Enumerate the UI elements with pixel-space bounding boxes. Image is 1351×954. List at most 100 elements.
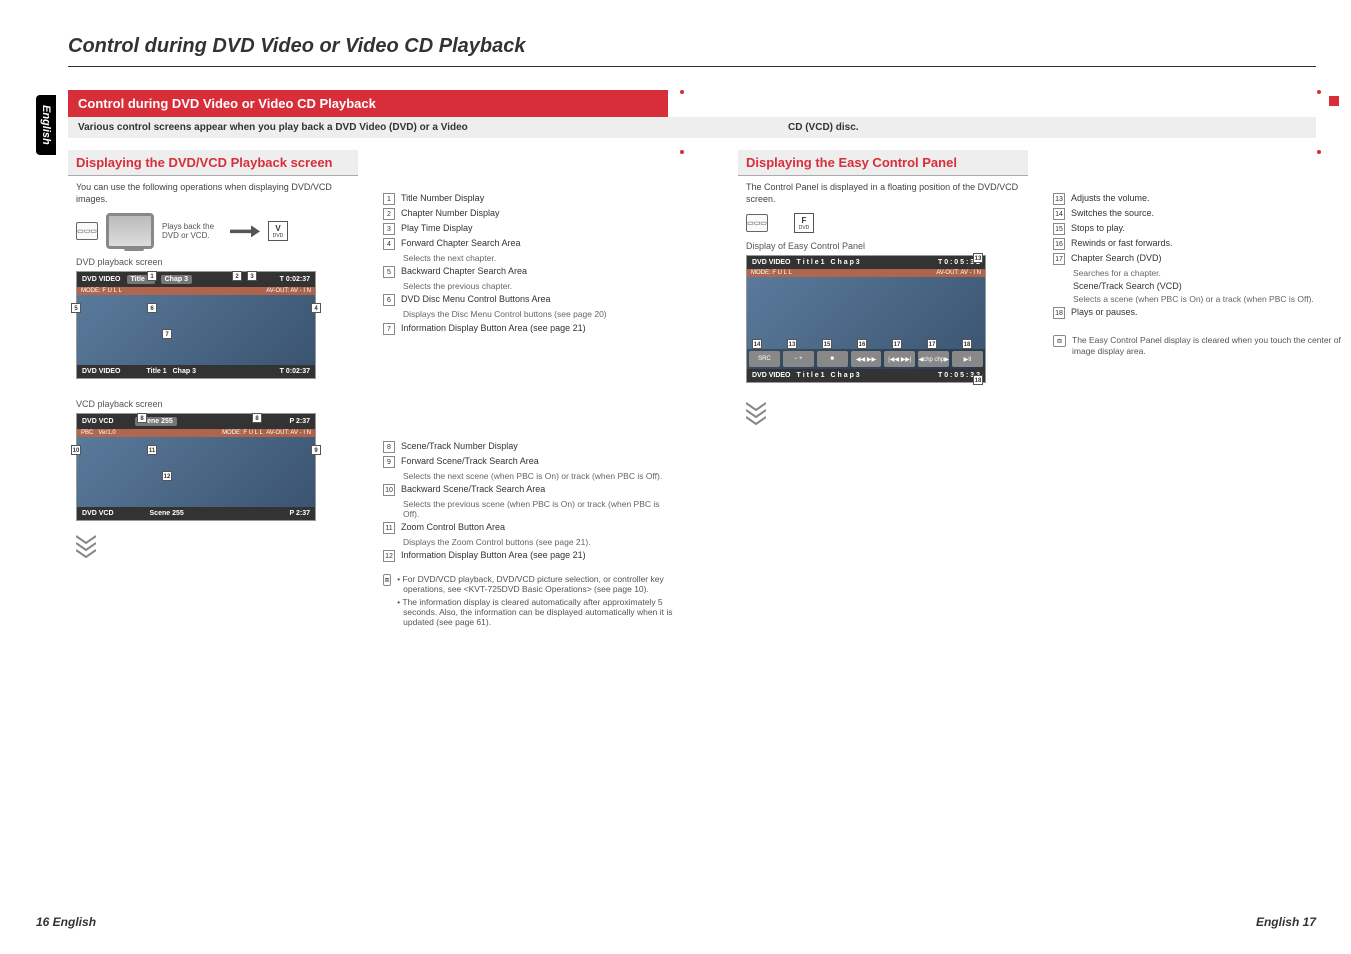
legend-number: 6 [383, 294, 395, 306]
callout-12: 12 [162, 471, 172, 481]
mode-box: V DVD [268, 221, 288, 241]
legend-item: 9Forward Scene/Track Search Area [383, 456, 673, 468]
easy-panel-button: − + [783, 351, 814, 367]
screen-source: DVD VIDEO [752, 372, 791, 379]
mode-box: F DVD [794, 213, 814, 233]
section-heading: Displaying the Easy Control Panel [738, 150, 1028, 176]
column-4: 13Adjusts the volume.14Switches the sour… [1053, 140, 1351, 904]
legend-number: 17 [1053, 253, 1065, 265]
legend-item: 16 Rewinds or fast forwards. [1053, 238, 1343, 250]
legend-title: Backward Scene/Track Search Area [401, 484, 545, 496]
note-icon: ⧈ [383, 574, 391, 586]
legend-title: Plays or pauses. [1071, 307, 1138, 319]
screen-title: T i t l e 1 [797, 259, 825, 266]
callout-17b: 17 [927, 339, 937, 349]
section-subtitle-band: Various control screens appear when you … [68, 117, 1316, 138]
screen-bottom-bar: DVD VCD Scene 255 P 2:37 [77, 507, 315, 520]
legend-number: 2 [383, 208, 395, 220]
legend-number: 12 [383, 550, 395, 562]
callout-4: 4 [311, 303, 321, 313]
column-1: Displaying the DVD/VCD Playback screen Y… [68, 140, 368, 904]
screen-time: T 0:02:37 [280, 276, 310, 283]
legend-list-easy: 13Adjusts the volume.14Switches the sour… [1053, 193, 1343, 319]
legend-title: Chapter Number Display [401, 208, 500, 220]
vcd-playback-screen: DVD VCD Scene 255 P 2:37 PBC Ver1.0 MODE… [76, 413, 316, 521]
legend-title: Switches the source. [1071, 208, 1154, 220]
legend-item: 7 Information Display Button Area (see pa… [383, 323, 673, 335]
callout-14: 14 [752, 339, 762, 349]
intro-text: You can use the following operations whe… [76, 182, 350, 205]
note-text: The Easy Control Panel display is cleare… [1072, 335, 1343, 357]
sub-band-right: CD (VCD) disc. [788, 122, 859, 133]
legend-title: DVD Disc Menu Control Buttons Area [401, 294, 551, 306]
column-2: 1Title Number Display2Chapter Number Dis… [383, 140, 683, 904]
callout-13b: 13 [787, 339, 797, 349]
bleed-mark [1329, 96, 1339, 106]
note-item: For DVD/VCD playback, DVD/VCD picture se… [397, 574, 673, 594]
screen-source: DVD VCD [82, 510, 114, 517]
legend-title: Scene/Track Number Display [401, 441, 518, 453]
screen-scene: Scene 255 [150, 510, 184, 517]
easy-panel-button: |◀◀ ▶▶| [884, 351, 915, 367]
legend-list-dvd: 1Title Number Display2Chapter Number Dis… [383, 193, 673, 335]
legend-subtitle: Displays the Disc Menu Control buttons (… [403, 309, 673, 319]
play-description: Plays back the DVD or VCD. [162, 222, 222, 240]
screen-source: DVD VIDEO [82, 368, 121, 375]
screen-mode-strip: PBC Ver1.0 MODE: F U L L AV-OUT: AV - I … [77, 429, 315, 437]
mode-label: V [275, 224, 280, 233]
mode-label: F [802, 216, 807, 225]
legend-list-vcd: 8Scene/Track Number Display9Forward Scen… [383, 441, 673, 563]
screen-source: DVD VCD [82, 418, 114, 425]
legend-item: 6 DVD Disc Menu Control Buttons Area [383, 294, 673, 306]
legend-number: 7 [383, 323, 395, 335]
screen-bottom-bar: DVD VIDEO Title 1 Chap 3 T 0:02:37 [77, 365, 315, 378]
av-text: AV-OUT: AV - I N [266, 430, 311, 436]
legend-title: Backward Chapter Search Area [401, 266, 527, 278]
callout-7: 7 [162, 329, 172, 339]
screen-chapter: C h a p 3 [831, 372, 860, 379]
legend-subtitle: Selects the previous scene (when PBC is … [403, 499, 673, 519]
screen-video-area: MODE: F U L L AV-OUT: AV - I N 1 2 3 4 5… [77, 287, 315, 365]
legend-number: 1 [383, 193, 395, 205]
mode-sub: DVD [273, 233, 284, 239]
screen-chapter: Chap 3 [161, 275, 192, 284]
mode-text: MODE: F U L L [222, 430, 263, 436]
legend-number: 9 [383, 456, 395, 468]
device-diagram: ▭▭▭ Plays back the DVD or VCD. V DVD [76, 213, 350, 249]
screen-top-bar: DVD VCD Scene 255 P 2:37 [77, 414, 315, 429]
note-box: ⧈ The Easy Control Panel display is clea… [1053, 335, 1343, 357]
legend-item: 12Information Display Button Area (see p… [383, 550, 673, 562]
screen-mode-strip: MODE: F U L L AV-OUT: AV - I N [77, 287, 315, 295]
mode-text: MODE: F U L L [81, 288, 122, 294]
callout-6: 6 [147, 303, 157, 313]
legend-title: Rewinds or fast forwards. [1071, 238, 1173, 250]
screen-video-area: PBC Ver1.0 MODE: F U L L AV-OUT: AV - I … [77, 429, 315, 507]
intro-text: The Control Panel is displayed in a floa… [746, 182, 1020, 205]
screen-chapter: Chap 3 [173, 368, 196, 375]
legend-item: 18Plays or pauses. [1053, 307, 1343, 319]
vcd-screen-heading: VCD playback screen [76, 399, 350, 409]
note-list: For DVD/VCD playback, DVD/VCD picture se… [397, 574, 673, 630]
device-screen-icon [106, 213, 154, 249]
easy-panel-heading: Display of Easy Control Panel [746, 241, 1020, 251]
callout-17: 17 [892, 339, 902, 349]
screen-top-bar: DVD VIDEO Title 1 Chap 3 T 0:02:37 [77, 272, 315, 287]
dvd-playback-screen: DVD VIDEO Title 1 Chap 3 T 0:02:37 MODE:… [76, 271, 316, 379]
legend-number: 11 [383, 522, 395, 534]
easy-panel-button: ■ [817, 351, 848, 367]
callout-8: 8 [252, 413, 262, 423]
screen-title: T i t l e 1 [797, 372, 825, 379]
legend-number: 16 [1053, 238, 1065, 250]
section-title-band: Control during DVD Video or Video CD Pla… [68, 90, 668, 117]
legend-subtitle: Selects the previous chapter. [403, 281, 673, 291]
legend-title: Adjusts the volume. [1071, 193, 1150, 205]
legend-title: Information Display Button Area (see pag… [401, 323, 586, 335]
easy-panel-button: ▶II [952, 351, 983, 367]
continue-arrow [76, 531, 350, 564]
legend-subtitle: Selects a scene (when PBC is On) or a tr… [1073, 294, 1343, 304]
screen-top-bar: DVD VIDEO T i t l e 1 C h a p 3 T 0 : 0 … [747, 256, 985, 269]
page-footer-right: English 17 [1256, 915, 1316, 929]
legend-title: Scene/Track Search (VCD) [1073, 281, 1182, 291]
arrow-icon [230, 225, 260, 237]
legend-subtitle: Displays the Zoom Control buttons (see p… [403, 537, 673, 547]
